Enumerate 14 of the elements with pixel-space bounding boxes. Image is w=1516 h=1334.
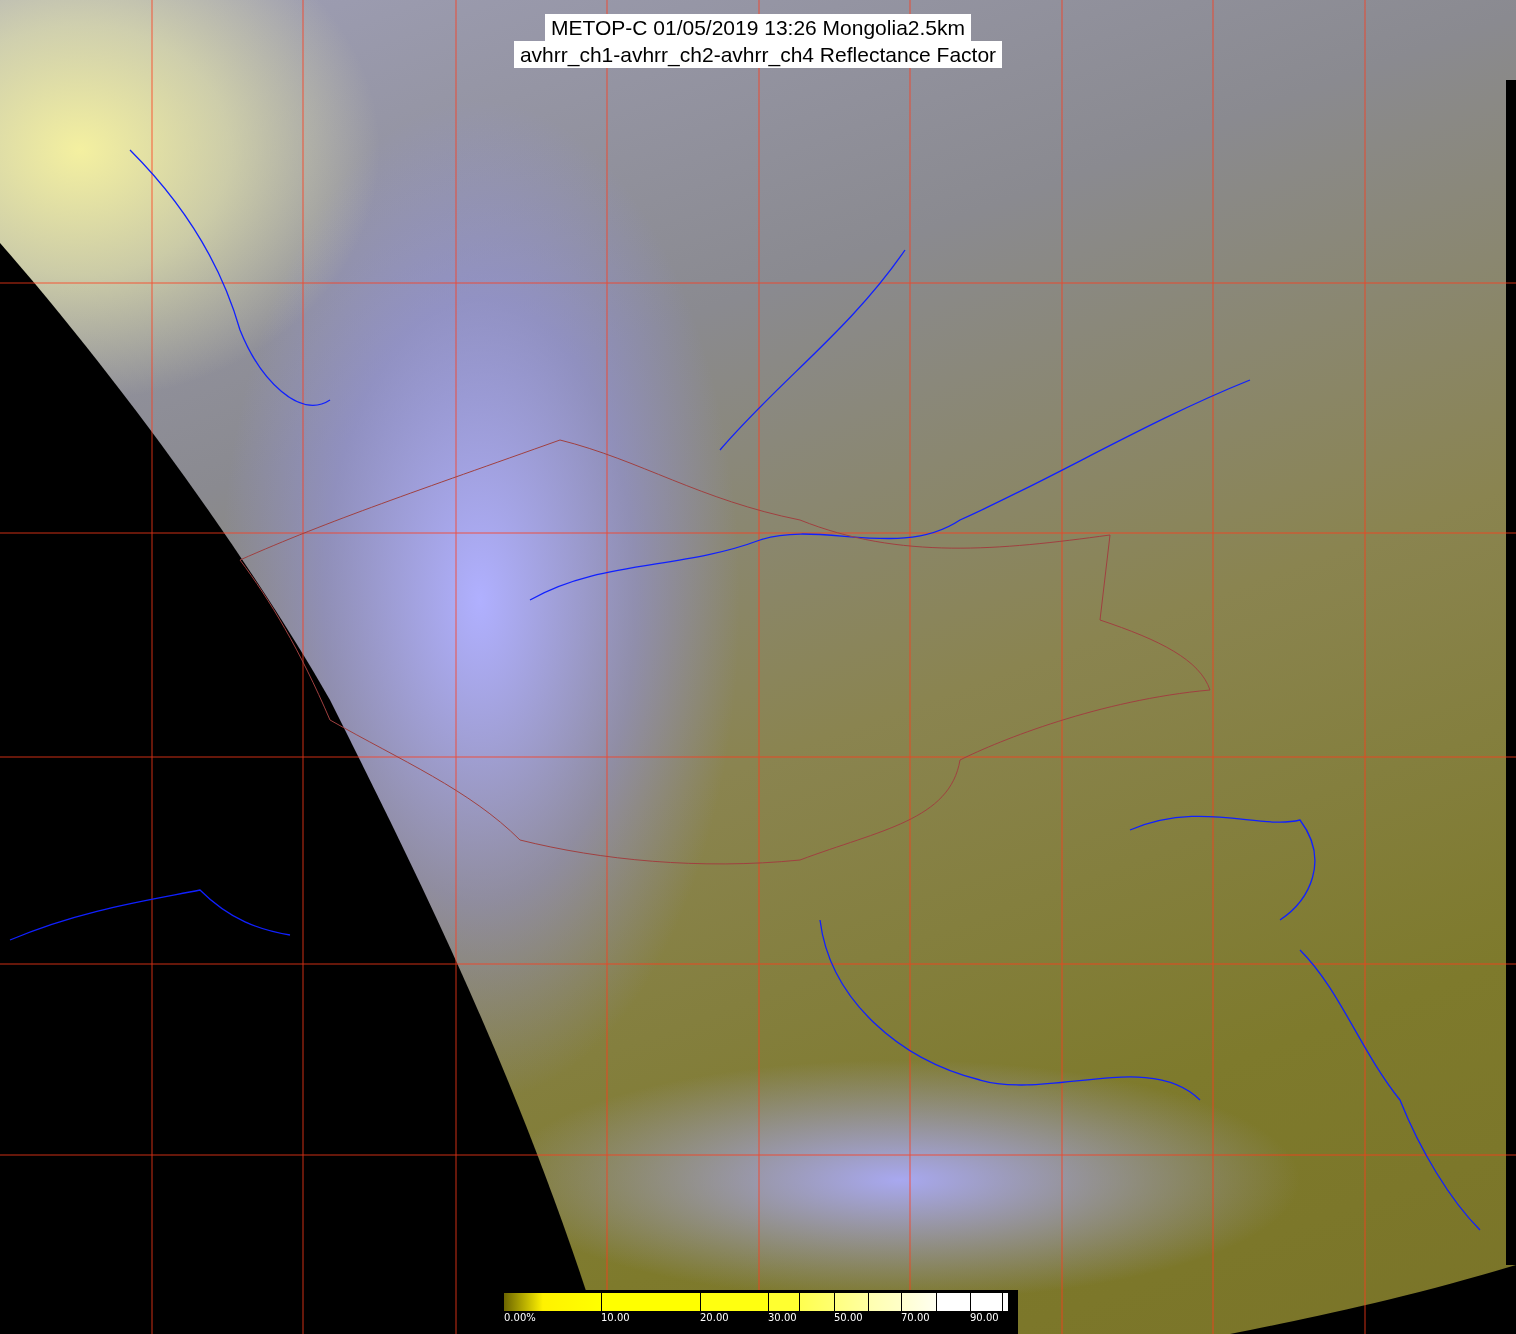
image-title: avhrr_ch1-avhrr_ch2-avhrr_ch4 Reflectance Factor <box>513 41 1003 68</box>
color-scale-segment <box>902 1293 937 1311</box>
scale-label: 50.00 <box>834 1312 863 1323</box>
scale-label: 10.00 <box>601 1312 630 1323</box>
scale-label: 20.00 <box>700 1312 729 1323</box>
scale-label: 70.00 <box>901 1312 930 1323</box>
color-scale-segment <box>835 1293 869 1311</box>
image-title: METOP-C 01/05/2019 13:26 Mongolia2.5km <box>545 14 971 41</box>
scale-label: 30.00 <box>768 1312 797 1323</box>
scale-label: 0.00% <box>504 1312 536 1323</box>
color-scale-segment <box>800 1293 835 1311</box>
scale-label: 90.00 <box>970 1312 999 1323</box>
color-scale-segment <box>869 1293 902 1311</box>
color-scale-segment <box>937 1293 971 1311</box>
